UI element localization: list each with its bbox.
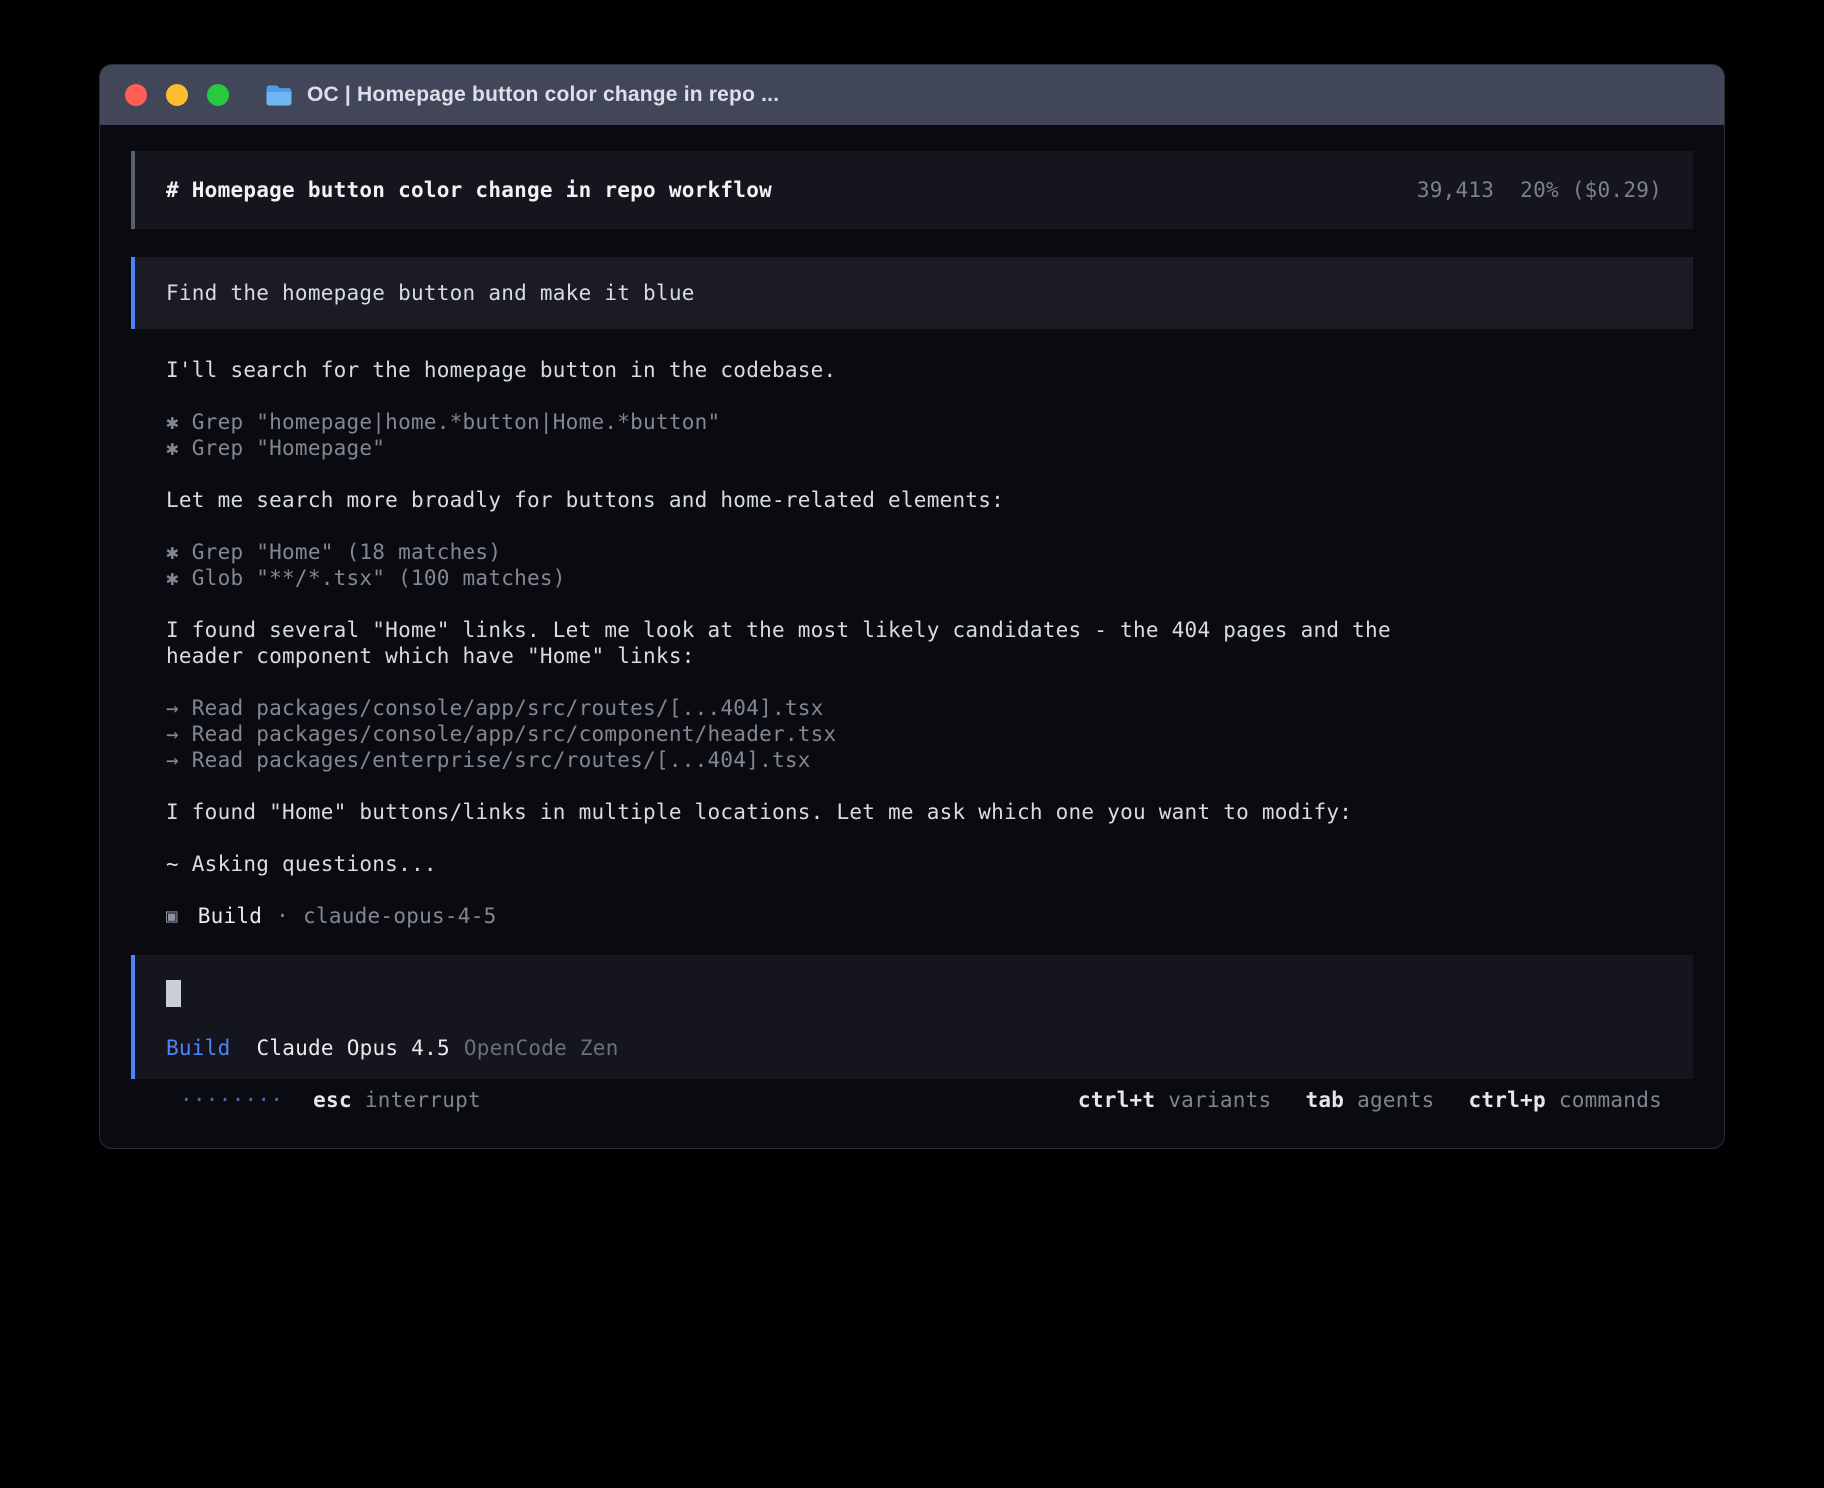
agent-icon: ▣ — [166, 903, 178, 929]
minimize-button[interactable] — [166, 84, 188, 106]
session-header: # Homepage button color change in repo w… — [131, 151, 1693, 229]
tool-call-line: ✱ Glob "**/*.tsx" (100 matches) — [166, 565, 1693, 591]
window-title: OC | Homepage button color change in rep… — [307, 83, 779, 107]
titlebar[interactable]: OC | Homepage button color change in rep… — [100, 65, 1724, 125]
input-footer: Build Claude Opus 4.5 OpenCode Zen — [166, 1035, 1662, 1061]
text-cursor — [166, 980, 181, 1007]
shortcut-label: agents — [1357, 1087, 1434, 1113]
agent-mode-label[interactable]: Build — [166, 1035, 230, 1061]
terminal-window: OC | Homepage button color change in rep… — [99, 64, 1725, 1149]
status-bar-left: ········ esc interrupt — [180, 1087, 481, 1113]
assistant-text: I found "Home" buttons/links in multiple… — [166, 799, 1693, 825]
agent-model: claude-opus-4-5 — [303, 903, 496, 929]
assistant-text-line: header component which have "Home" links… — [166, 643, 1693, 669]
window-controls — [125, 84, 229, 106]
zoom-button[interactable] — [207, 84, 229, 106]
context-usage: 20% ($0.29) — [1520, 177, 1662, 203]
file-read-line: → Read packages/console/app/src/componen… — [166, 721, 1693, 747]
shortcut-agents: tab agents — [1305, 1087, 1434, 1113]
session-title: # Homepage button color change in repo w… — [166, 177, 772, 203]
file-read-line: → Read packages/enterprise/src/routes/[.… — [166, 747, 1693, 773]
close-button[interactable] — [125, 84, 147, 106]
agent-status-line: ▣ Build · claude-opus-4-5 — [166, 903, 1693, 929]
shortcut-key: tab — [1305, 1087, 1344, 1113]
agent-name: Build — [198, 903, 262, 929]
assistant-text: Let me search more broadly for buttons a… — [166, 487, 1693, 513]
model-label: Claude Opus 4.5 — [256, 1035, 449, 1061]
provider-label: OpenCode Zen — [464, 1035, 619, 1061]
tool-call-group: ✱ Grep "Home" (18 matches) ✱ Glob "**/*.… — [166, 539, 1693, 591]
working-status: ~ Asking questions... — [166, 851, 1693, 877]
tool-call-line: ✱ Grep "homepage|home.*button|Home.*butt… — [166, 409, 1693, 435]
titlebar-title-group: OC | Homepage button color change in rep… — [265, 83, 779, 107]
file-read-group: → Read packages/console/app/src/routes/[… — [166, 695, 1693, 773]
prompt-input[interactable]: Build Claude Opus 4.5 OpenCode Zen — [131, 955, 1693, 1079]
tool-call-line: ✱ Grep "Homepage" — [166, 435, 1693, 461]
session-stats: 39,413 20% ($0.29) — [1417, 177, 1662, 203]
spinner-dots: ········ — [180, 1087, 283, 1113]
shortcut-label: commands — [1559, 1087, 1662, 1113]
file-read-line: → Read packages/console/app/src/routes/[… — [166, 695, 1693, 721]
terminal-content: # Homepage button color change in repo w… — [100, 125, 1724, 1113]
user-message: Find the homepage button and make it blu… — [131, 257, 1693, 329]
token-count: 39,413 — [1417, 177, 1494, 203]
shortcut-key: ctrl+p — [1468, 1087, 1545, 1113]
status-bar-right: ctrl+t variants tab agents ctrl+p comman… — [1078, 1087, 1662, 1113]
shortcut-commands: ctrl+p commands — [1468, 1087, 1662, 1113]
folder-icon — [265, 84, 294, 107]
tool-call-line: ✱ Grep "Home" (18 matches) — [166, 539, 1693, 565]
user-message-text: Find the homepage button and make it blu… — [166, 281, 695, 305]
esc-key-label: interrupt — [365, 1087, 481, 1113]
shortcut-key: ctrl+t — [1078, 1087, 1155, 1113]
shortcut-variants: ctrl+t variants — [1078, 1087, 1272, 1113]
assistant-text: I'll search for the homepage button in t… — [166, 357, 1693, 383]
assistant-text: I found several "Home" links. Let me loo… — [166, 617, 1693, 669]
assistant-text-line: I found several "Home" links. Let me loo… — [166, 617, 1693, 643]
esc-key-hint: esc — [313, 1087, 352, 1113]
agent-separator: · — [276, 903, 289, 929]
shortcut-label: variants — [1168, 1087, 1271, 1113]
conversation: I'll search for the homepage button in t… — [131, 329, 1693, 929]
tool-call-group: ✱ Grep "homepage|home.*button|Home.*butt… — [166, 409, 1693, 461]
input-line[interactable] — [166, 979, 1662, 1007]
status-bar: ········ esc interrupt ctrl+t variants t… — [131, 1087, 1693, 1113]
